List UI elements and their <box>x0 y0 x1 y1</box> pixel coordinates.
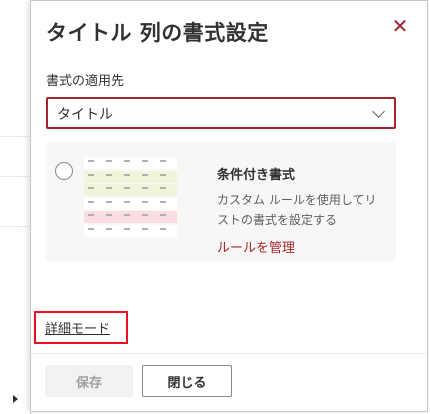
save-button[interactable]: 保存 <box>45 365 133 397</box>
preview-row <box>84 197 177 210</box>
preview-dashes <box>88 160 173 162</box>
expand-arrow-icon[interactable] <box>13 395 18 403</box>
conditional-format-preview-icon <box>84 157 177 239</box>
footer-divider <box>31 353 427 354</box>
preview-row <box>84 170 177 183</box>
preview-row <box>84 211 177 223</box>
preview-row <box>84 224 177 237</box>
format-column-panel: タイトル 列の書式設定 ✕ 書式の適用先 タイトル 条件付き書式 カスタム ルー… <box>30 0 428 412</box>
apply-to-selected: タイトル <box>57 107 113 123</box>
advanced-mode-link[interactable]: 詳細モード <box>45 318 110 337</box>
background-list <box>0 0 31 414</box>
apply-to-dropdown[interactable]: タイトル <box>46 97 396 129</box>
conditional-format-option[interactable]: 条件付き書式 カスタム ルールを使用してリストの書式を設定する ルールを管理 <box>46 142 396 261</box>
apply-to-label: 書式の適用先 <box>46 74 125 89</box>
preview-row <box>84 184 177 196</box>
close-icon[interactable]: ✕ <box>389 15 411 37</box>
manage-rules-link[interactable]: ルールを管理 <box>217 237 295 256</box>
conditional-format-description: カスタム ルールを使用してリストの書式を設定する <box>217 193 377 227</box>
preview-dashes <box>88 214 173 216</box>
preview-dashes <box>88 227 173 230</box>
conditional-format-heading: 条件付き書式 <box>217 168 296 183</box>
preview-dashes <box>88 200 173 203</box>
panel-title: タイトル 列の書式設定 <box>46 21 269 45</box>
conditional-format-radio[interactable] <box>55 162 73 180</box>
preview-dashes <box>88 187 173 189</box>
background-divider <box>0 136 30 137</box>
preview-row <box>84 157 177 169</box>
close-button[interactable]: 閉じる <box>142 365 232 397</box>
preview-dashes <box>88 173 173 176</box>
chevron-down-icon <box>372 105 385 118</box>
background-divider <box>0 226 30 227</box>
background-divider <box>0 176 30 177</box>
